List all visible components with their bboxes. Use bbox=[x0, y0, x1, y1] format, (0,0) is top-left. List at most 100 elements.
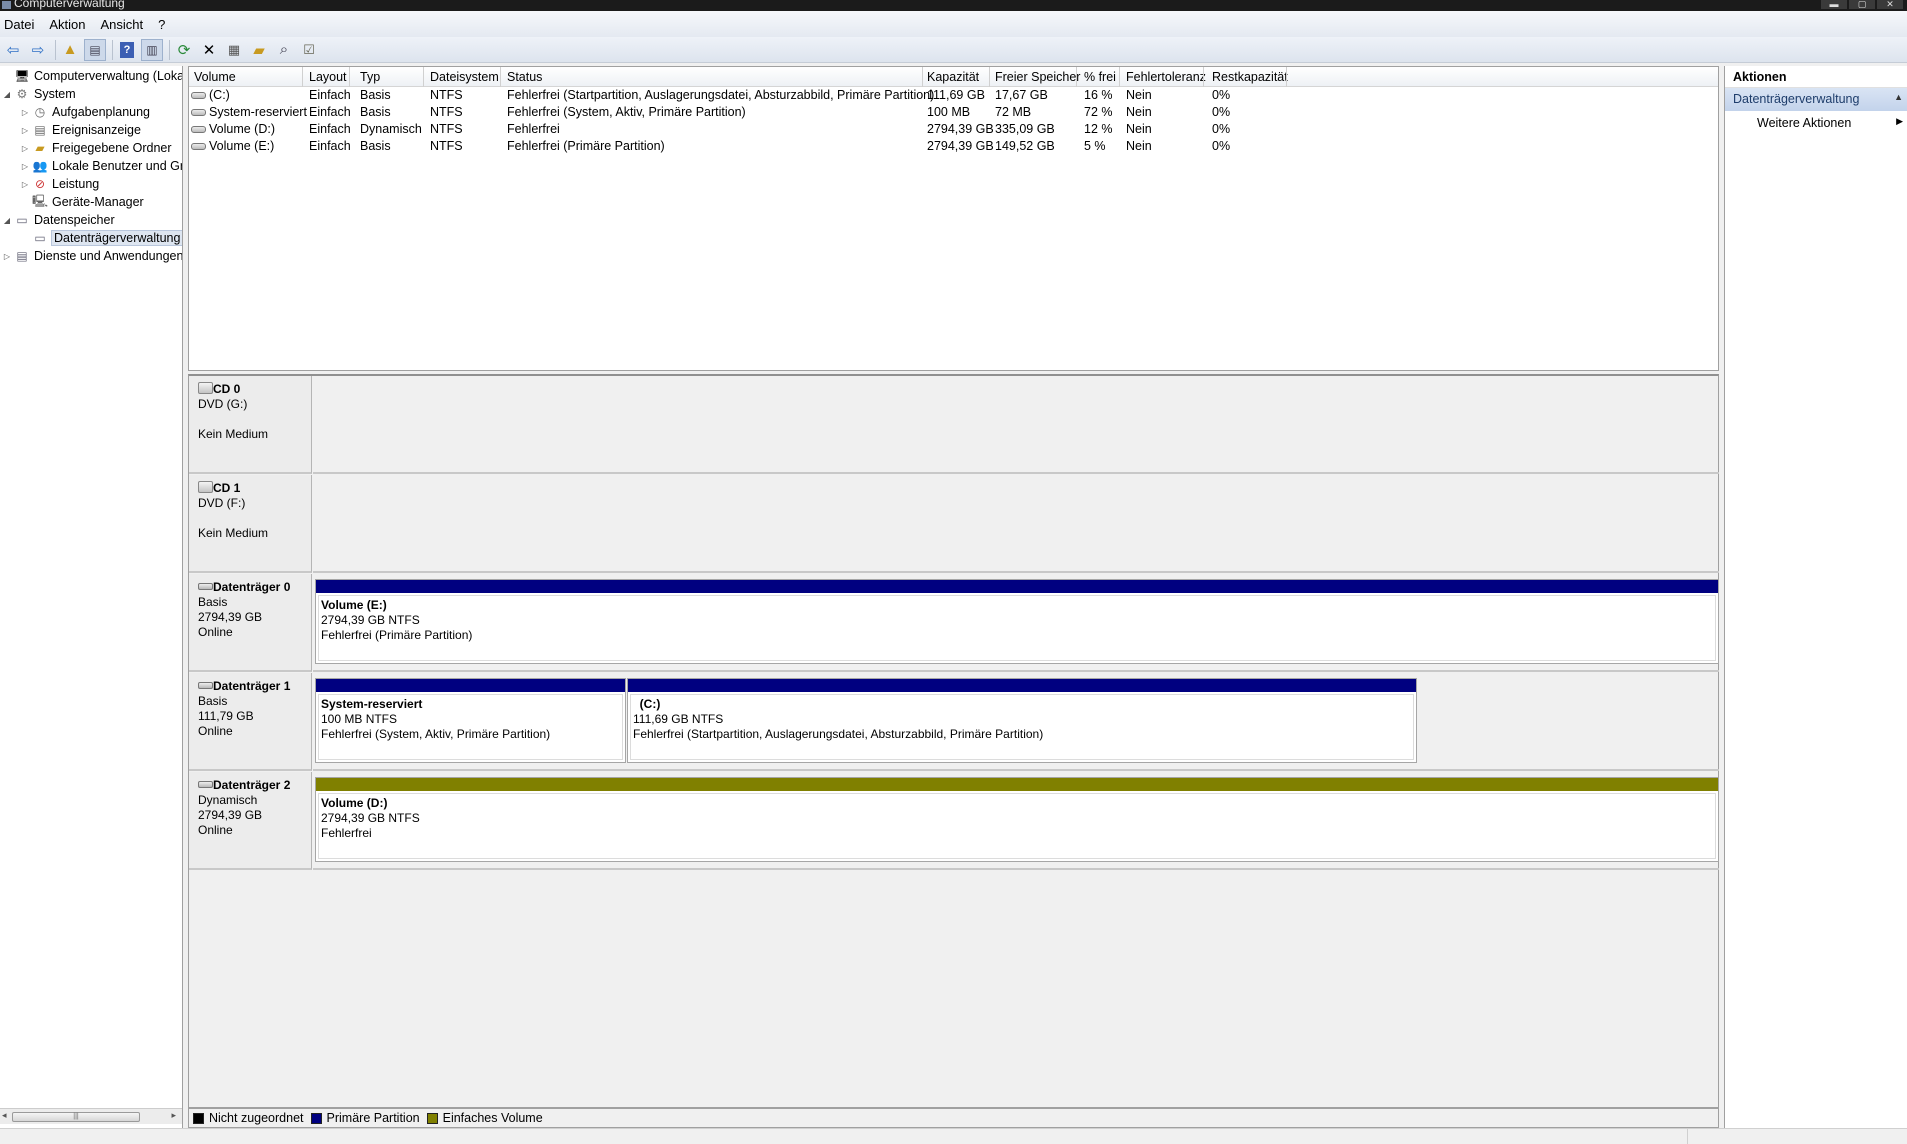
window-title: Computerverwaltung bbox=[14, 0, 125, 10]
menu-help[interactable]: ? bbox=[158, 17, 165, 32]
volume-icon bbox=[191, 126, 206, 134]
maximize-button[interactable]: ▢ bbox=[1849, 0, 1875, 9]
primary-partition-bar bbox=[316, 679, 625, 692]
collapse-icon[interactable]: ◢ bbox=[2, 90, 12, 99]
expand-icon[interactable]: ▷ bbox=[20, 144, 30, 153]
expand-icon[interactable]: ▷ bbox=[20, 108, 30, 117]
scrollbar-thumb[interactable]: ||| bbox=[12, 1112, 140, 1122]
tree-item-datenspeicher[interactable]: ◢ ▭ Datenspeicher bbox=[2, 211, 115, 229]
cd-drive-icon bbox=[198, 481, 213, 493]
primary-partition-bar bbox=[316, 580, 1718, 593]
properties-icon[interactable]: ▦ bbox=[223, 39, 245, 61]
menu-ansicht[interactable]: Ansicht bbox=[101, 17, 144, 32]
tree-item-lokale-benutzer[interactable]: ▷ 👥 Lokale Benutzer und Gr bbox=[20, 157, 182, 175]
back-arrow-icon[interactable]: ⇦ bbox=[2, 39, 24, 61]
expand-icon[interactable]: ▷ bbox=[20, 180, 30, 189]
disk-row-cd1: CD 1 DVD (F:) Kein Medium bbox=[189, 475, 1719, 573]
actions-pane: Aktionen Datenträgerverwaltung ▲ Weitere… bbox=[1724, 66, 1907, 1128]
col-status[interactable]: Status bbox=[507, 70, 542, 84]
table-row[interactable]: (C:) Einfach Basis NTFS Fehlerfrei (Star… bbox=[189, 87, 1718, 104]
services-apps-icon: ▤ bbox=[16, 249, 28, 263]
tree-item-leistung[interactable]: ▷ ⊘ Leistung bbox=[20, 175, 99, 193]
col-freier-speicher[interactable]: Freier Speicher bbox=[995, 70, 1080, 84]
show-hide-tree-icon[interactable]: ▤ bbox=[84, 38, 106, 61]
scroll-right-icon[interactable]: ▸ bbox=[171, 1110, 176, 1121]
col-prozent-frei[interactable]: % frei bbox=[1084, 70, 1116, 84]
hard-disk-icon bbox=[198, 682, 213, 689]
col-fehlertoleranz[interactable]: Fehlertoleranz bbox=[1126, 70, 1206, 84]
col-layout[interactable]: Layout bbox=[309, 70, 347, 84]
table-row[interactable]: System-reserviert Einfach Basis NTFS Feh… bbox=[189, 104, 1718, 121]
tree-item-datentraegerverwaltung[interactable]: ▭ Datenträgerverwaltung bbox=[20, 229, 182, 247]
app-icon bbox=[2, 1, 11, 9]
collapse-up-icon[interactable]: ▲ bbox=[1894, 92, 1903, 102]
partition-system-reserved[interactable]: System-reserviert 100 MB NTFS Fehlerfrei… bbox=[315, 678, 626, 763]
show-hide-action-pane-icon[interactable]: ▥ bbox=[141, 38, 163, 61]
open-folder-icon[interactable]: ▰ bbox=[248, 39, 270, 61]
partition-c[interactable]: (C:) 111,69 GB NTFS Fehlerfrei (Startpar… bbox=[627, 678, 1417, 763]
simple-volume-bar bbox=[316, 778, 1718, 791]
disk-graphical-view: CD 0 DVD (G:) Kein Medium CD 1 DVD (F:) … bbox=[188, 374, 1719, 1108]
collapse-icon[interactable]: ◢ bbox=[2, 216, 12, 225]
scroll-left-icon[interactable]: ◂ bbox=[2, 1110, 7, 1121]
navigation-tree: 🖥 Computerverwaltung (Lokal) ◢ ⚙ System … bbox=[0, 66, 183, 1128]
forward-arrow-icon[interactable]: ⇨ bbox=[27, 39, 49, 61]
shared-folders-icon: ▰ bbox=[35, 141, 45, 155]
disk-label[interactable]: CD 0 DVD (G:) Kein Medium bbox=[189, 376, 312, 474]
tree-item-ereignisanzeige[interactable]: ▷ ▤ Ereignisanzeige bbox=[20, 121, 141, 139]
col-dateisystem[interactable]: Dateisystem bbox=[430, 70, 499, 84]
volume-list: Volume Layout Typ Dateisystem Status Kap… bbox=[188, 66, 1719, 371]
disk-label[interactable]: Datenträger 1 Basis 111,79 GB Online bbox=[189, 673, 312, 771]
help-icon[interactable]: ? bbox=[116, 39, 138, 61]
up-folder-icon[interactable]: ▲ bbox=[59, 39, 81, 61]
minimize-button[interactable]: ▬ bbox=[1821, 0, 1847, 9]
tree-item-computerverwaltung[interactable]: 🖥 Computerverwaltung (Lokal) bbox=[2, 67, 182, 85]
disk-empty-area bbox=[313, 376, 1719, 474]
search-icon[interactable]: ⌕ bbox=[273, 39, 295, 61]
legend-swatch-unallocated bbox=[193, 1112, 204, 1124]
expand-icon[interactable]: ▷ bbox=[2, 252, 12, 261]
system-tools-icon: ⚙ bbox=[16, 87, 28, 101]
tree-item-system[interactable]: ◢ ⚙ System bbox=[2, 85, 76, 103]
computer-management-icon: 🖥 bbox=[14, 69, 30, 83]
disk-label[interactable]: Datenträger 0 Basis 2794,39 GB Online bbox=[189, 574, 312, 672]
disk-row-disk1: Datenträger 1 Basis 111,79 GB Online Sys… bbox=[189, 673, 1719, 771]
tree-item-geraete-manager[interactable]: 🖳 Geräte-Manager bbox=[20, 193, 144, 211]
primary-partition-bar bbox=[628, 679, 1416, 692]
tree-item-aufgabenplanung[interactable]: ▷ ◷ Aufgabenplanung bbox=[20, 103, 150, 121]
table-row[interactable]: Volume (E:) Einfach Basis NTFS Fehlerfre… bbox=[189, 138, 1718, 155]
col-restkapazitaet[interactable]: Restkapazität bbox=[1212, 70, 1288, 84]
tree-horizontal-scrollbar[interactable]: ◂ ||| ▸ bbox=[0, 1108, 182, 1124]
refresh-icon[interactable]: ⟳ bbox=[173, 39, 195, 61]
disk-row-disk2: Datenträger 2 Dynamisch 2794,39 GB Onlin… bbox=[189, 772, 1719, 870]
volume-icon bbox=[191, 92, 206, 100]
partition-volume-d[interactable]: Volume (D:) 2794,39 GB NTFS Fehlerfrei bbox=[315, 777, 1719, 862]
actions-title: Aktionen bbox=[1725, 66, 1907, 88]
disk-row-cd0: CD 0 DVD (G:) Kein Medium bbox=[189, 376, 1719, 474]
delete-icon[interactable]: ✕ bbox=[198, 39, 220, 61]
menu-aktion[interactable]: Aktion bbox=[49, 17, 85, 32]
close-button[interactable]: ✕ bbox=[1877, 0, 1903, 9]
legend: Nicht zugeordnet Primäre Partition Einfa… bbox=[188, 1108, 1719, 1128]
menu-datei[interactable]: Datei bbox=[4, 17, 34, 32]
disk-label[interactable]: Datenträger 2 Dynamisch 2794,39 GB Onlin… bbox=[189, 772, 312, 870]
col-kapazitaet[interactable]: Kapazität bbox=[927, 70, 979, 84]
table-row[interactable]: Volume (D:) Einfach Dynamisch NTFS Fehle… bbox=[189, 121, 1718, 138]
device-manager-icon: 🖳 bbox=[32, 193, 49, 208]
legend-item: Nicht zugeordnet bbox=[193, 1111, 304, 1125]
action-weitere-aktionen[interactable]: Weitere Aktionen ▶ bbox=[1725, 111, 1907, 133]
hard-disk-icon bbox=[198, 583, 213, 590]
tree-item-freigegebene-ordner[interactable]: ▷ ▰ Freigegebene Ordner bbox=[20, 139, 172, 157]
tree-item-dienste[interactable]: ▷ ▤ Dienste und Anwendungen bbox=[2, 247, 182, 265]
expand-icon[interactable]: ▷ bbox=[20, 126, 30, 135]
partition-volume-e[interactable]: Volume (E:) 2794,39 GB NTFS Fehlerfrei (… bbox=[315, 579, 1719, 664]
actions-section-header[interactable]: Datenträgerverwaltung ▲ bbox=[1725, 88, 1907, 111]
disk-management-icon: ▭ bbox=[34, 231, 46, 245]
col-volume[interactable]: Volume bbox=[194, 70, 236, 84]
expand-icon[interactable]: ▷ bbox=[20, 162, 30, 171]
disk-label[interactable]: CD 1 DVD (F:) Kein Medium bbox=[189, 475, 312, 573]
checklist-icon[interactable]: ☑ bbox=[298, 39, 320, 61]
status-bar bbox=[0, 1128, 1907, 1144]
col-typ[interactable]: Typ bbox=[360, 70, 380, 84]
volume-icon bbox=[191, 109, 206, 117]
